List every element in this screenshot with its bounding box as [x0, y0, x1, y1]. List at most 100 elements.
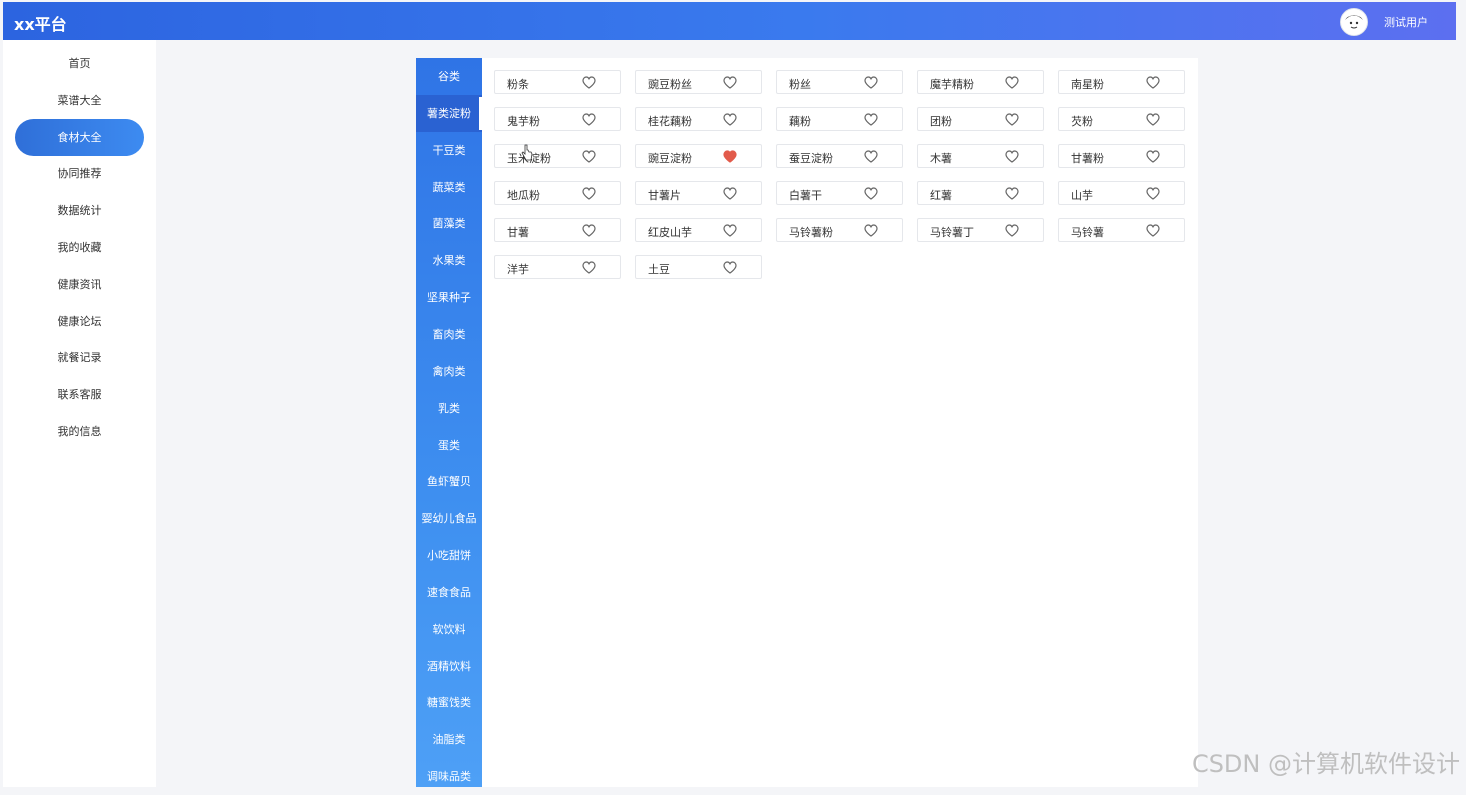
- food-name: 马铃薯丁: [930, 225, 974, 239]
- category-item[interactable]: 蔬菜类: [416, 169, 482, 206]
- category-item[interactable]: 油脂类: [416, 721, 482, 758]
- category-item[interactable]: 鱼虾蟹贝: [416, 463, 482, 500]
- food-item[interactable]: 桂花藕粉: [635, 106, 762, 131]
- category-item[interactable]: 酒精饮料: [416, 648, 482, 685]
- heart-icon[interactable]: [723, 187, 737, 200]
- heart-icon[interactable]: [1005, 150, 1019, 163]
- category-item[interactable]: 调味品类: [416, 758, 482, 795]
- nav-item[interactable]: 我的信息: [15, 413, 144, 450]
- food-name: 南星粉: [1071, 78, 1104, 91]
- heart-icon[interactable]: [582, 260, 596, 274]
- food-item[interactable]: 蚕豆淀粉: [776, 143, 903, 168]
- food-item[interactable]: 山芋: [1058, 180, 1185, 205]
- heart-icon[interactable]: [1146, 223, 1160, 237]
- heart-icon[interactable]: [1146, 113, 1160, 126]
- food-item[interactable]: 马铃薯粉: [776, 217, 903, 242]
- food-item[interactable]: 马铃薯丁: [917, 217, 1044, 242]
- heart-icon[interactable]: [582, 223, 596, 237]
- food-name: 红皮山芋: [648, 225, 692, 239]
- heart-icon[interactable]: [1146, 187, 1160, 200]
- food-name: 粉丝: [789, 78, 811, 91]
- food-name: 豌豆粉丝: [648, 78, 692, 91]
- food-item[interactable]: 土豆: [635, 254, 762, 279]
- nav-item[interactable]: 首页: [15, 45, 144, 82]
- category-item[interactable]: 干豆类: [416, 132, 482, 169]
- food-item[interactable]: 芡粉: [1058, 106, 1185, 131]
- food-item[interactable]: 红皮山芋: [635, 217, 762, 242]
- heart-icon[interactable]: [1005, 187, 1019, 200]
- category-item[interactable]: 小吃甜饼: [416, 537, 482, 574]
- nav-item[interactable]: 就餐记录: [15, 339, 144, 376]
- heart-icon[interactable]: [1146, 76, 1160, 89]
- heart-icon[interactable]: [1005, 76, 1019, 89]
- food-item[interactable]: 团粉: [917, 106, 1044, 131]
- heart-icon[interactable]: [723, 260, 737, 274]
- heart-icon[interactable]: [582, 150, 596, 163]
- food-item[interactable]: 粉条: [494, 70, 621, 94]
- food-name: 洋芋: [507, 262, 529, 276]
- food-item[interactable]: 粉丝: [776, 70, 903, 94]
- food-item[interactable]: 红薯: [917, 180, 1044, 205]
- category-item[interactable]: 畜肉类: [416, 316, 482, 353]
- heart-filled-icon[interactable]: [723, 150, 737, 163]
- food-name: 土豆: [648, 262, 670, 276]
- heart-icon[interactable]: [1146, 150, 1160, 163]
- nav-item[interactable]: 健康资讯: [15, 266, 144, 303]
- nav-item[interactable]: 我的收藏: [15, 229, 144, 266]
- brand-title: xx平台: [14, 15, 67, 34]
- food-item[interactable]: 白薯干: [776, 180, 903, 205]
- food-name: 白薯干: [789, 188, 822, 202]
- nav-item[interactable]: 数据统计: [15, 192, 144, 229]
- nav-item[interactable]: 联系客服: [15, 376, 144, 413]
- food-item[interactable]: 木薯: [917, 143, 1044, 168]
- food-item[interactable]: 魔芋精粉: [917, 70, 1044, 94]
- nav-item[interactable]: 菜谱大全: [15, 82, 144, 119]
- heart-icon[interactable]: [582, 76, 596, 89]
- heart-icon[interactable]: [864, 150, 878, 163]
- food-item[interactable]: 洋芋: [494, 254, 621, 279]
- category-item[interactable]: 薯类淀粉: [416, 94, 482, 132]
- category-item[interactable]: 水果类: [416, 242, 482, 279]
- food-item[interactable]: 甘薯: [494, 217, 621, 242]
- food-item[interactable]: 南星粉: [1058, 70, 1185, 94]
- heart-icon[interactable]: [864, 223, 878, 237]
- food-name: 红薯: [930, 188, 952, 202]
- category-item[interactable]: 蛋类: [416, 427, 482, 464]
- food-item[interactable]: 豌豆粉丝: [635, 70, 762, 94]
- heart-icon[interactable]: [864, 113, 878, 126]
- nav-item[interactable]: 健康论坛: [15, 303, 144, 340]
- food-item[interactable]: 地瓜粉: [494, 180, 621, 205]
- nav-item[interactable]: 协同推荐: [15, 155, 144, 192]
- food-item[interactable]: 鬼芋粉: [494, 106, 621, 131]
- food-item[interactable]: 藕粉: [776, 106, 903, 131]
- food-item[interactable]: 马铃薯: [1058, 217, 1185, 242]
- heart-icon[interactable]: [582, 187, 596, 200]
- nav-item[interactable]: 食材大全: [15, 118, 144, 156]
- food-item[interactable]: 玉米淀粉: [494, 143, 621, 168]
- heart-icon[interactable]: [1005, 223, 1019, 237]
- category-item[interactable]: 坚果种子: [416, 279, 482, 316]
- heart-icon[interactable]: [582, 113, 596, 126]
- heart-icon[interactable]: [1005, 113, 1019, 126]
- category-item[interactable]: 谷类: [416, 58, 482, 95]
- category-item[interactable]: 婴幼儿食品: [416, 500, 482, 537]
- food-item[interactable]: 甘薯片: [635, 180, 762, 205]
- food-name: 藕粉: [789, 114, 811, 128]
- category-item[interactable]: 菌藻类: [416, 205, 482, 242]
- heart-icon[interactable]: [723, 113, 737, 126]
- category-item[interactable]: 速食食品: [416, 574, 482, 611]
- user-avatar[interactable]: [1340, 8, 1368, 36]
- category-item[interactable]: 禽肉类: [416, 353, 482, 390]
- category-item[interactable]: 乳类: [416, 390, 482, 427]
- heart-icon[interactable]: [864, 187, 878, 200]
- food-item[interactable]: 甘薯粉: [1058, 143, 1185, 168]
- username[interactable]: 测试用户: [1384, 14, 1428, 30]
- heart-icon[interactable]: [723, 76, 737, 89]
- category-item[interactable]: 糖蜜饯类: [416, 684, 482, 721]
- food-list-panel: 粉条 豌豆粉丝 粉丝 魔芋精粉 南星粉鬼芋粉 桂花藕粉 藕粉 团粉 芡粉玉米淀粉 豌豆淀粉 蚕豆淀粉…: [482, 58, 1198, 787]
- food-name: 甘薯: [507, 225, 529, 239]
- heart-icon[interactable]: [723, 223, 737, 237]
- food-item[interactable]: 豌豆淀粉: [635, 143, 762, 168]
- heart-icon[interactable]: [864, 76, 878, 89]
- category-item[interactable]: 软饮料: [416, 611, 482, 648]
